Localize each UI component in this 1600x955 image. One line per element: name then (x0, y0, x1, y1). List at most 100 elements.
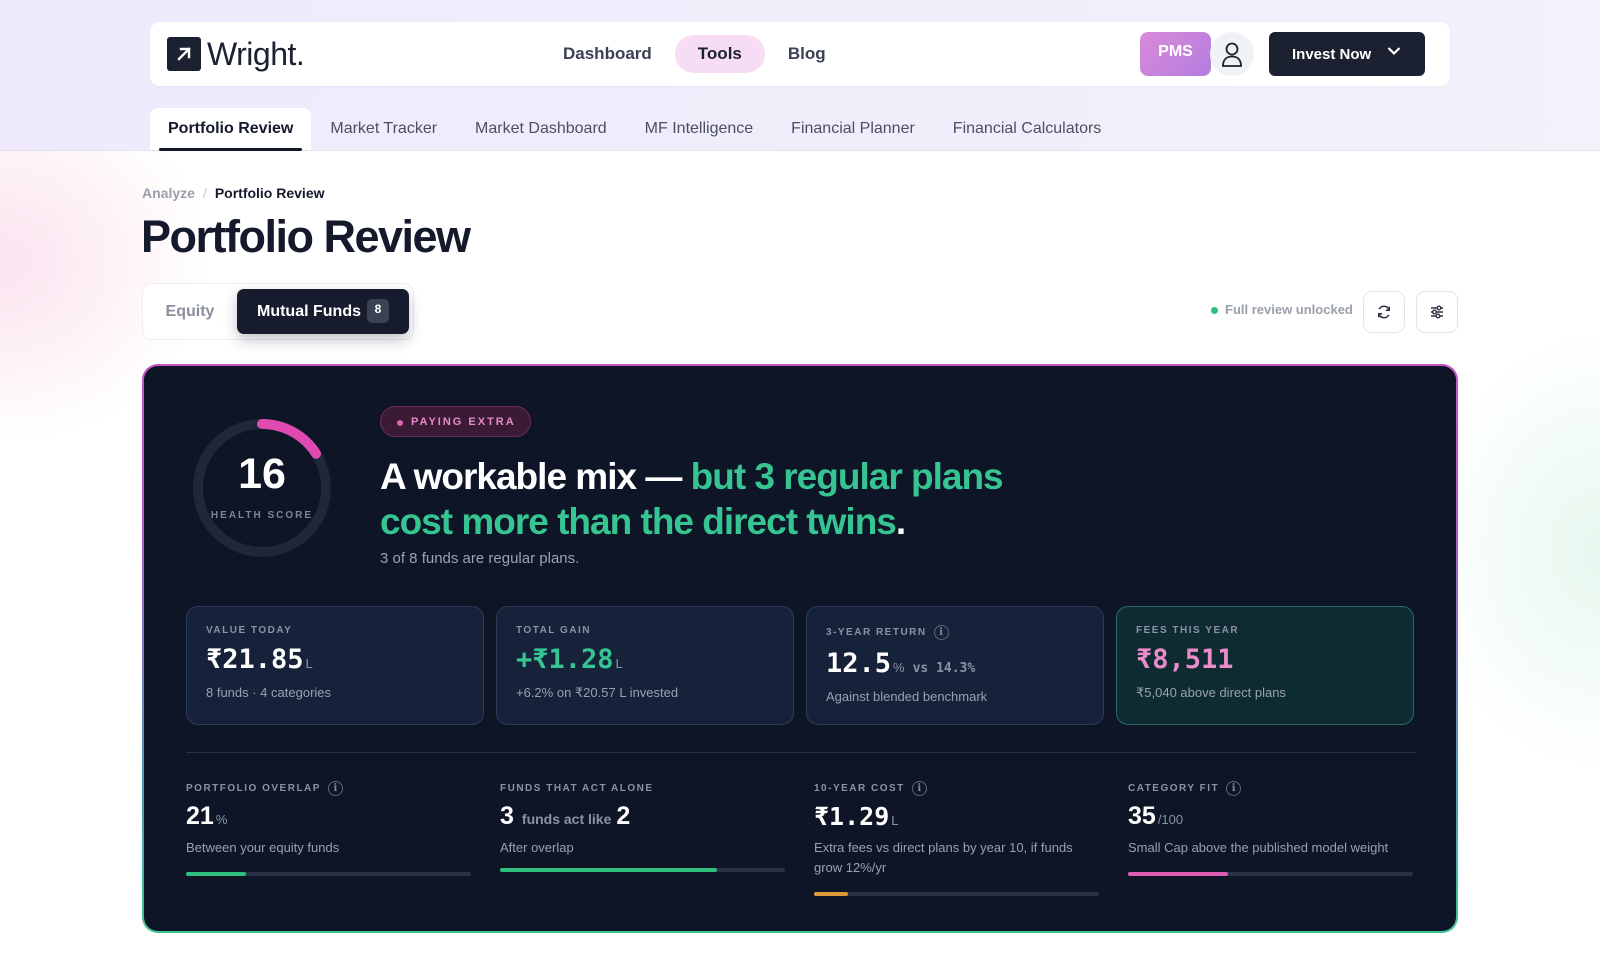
stat-value: +₹1.28 L (516, 644, 793, 675)
main-nav: Dashboard Tools Blog (540, 35, 849, 73)
nav-tools[interactable]: Tools (674, 35, 765, 73)
overlap-progress-bar (186, 872, 471, 876)
breadcrumb: Analyze / Portfolio Review (142, 185, 325, 201)
stat-subtext: ₹5,040 above direct plans (1136, 685, 1286, 700)
category-fit-progress-fill (1128, 872, 1228, 876)
pms-button[interactable]: PMS (1140, 32, 1211, 76)
tab-market-tracker[interactable]: Market Tracker (311, 108, 456, 150)
stat-label-row: 3-YEAR RETURN i (826, 625, 1103, 640)
info-icon[interactable]: i (1226, 780, 1242, 796)
info-icon[interactable]: i (327, 780, 343, 796)
segment-mutual-funds[interactable]: Mutual Funds 8 (237, 289, 409, 334)
refresh-icon (1378, 305, 1390, 319)
metric-label-row: CATEGORY FIT i (1128, 780, 1413, 796)
stat-subtext: 8 funds · 4 categories (206, 685, 332, 700)
funds-act-like-text: funds act like (521, 811, 612, 827)
invest-now-button[interactable]: Invest Now (1269, 32, 1425, 76)
ten-year-cost-progress-bar (814, 892, 1099, 896)
overlap-unit: % (215, 812, 228, 827)
headline-lead: A workable mix — (380, 456, 682, 497)
stat-total-gain: TOTAL GAIN +₹1.28 L +6.2% on ₹20.57 L in… (496, 606, 794, 725)
metric-ten-year-cost: 10-YEAR COST i ₹1.29 L Extra fees vs dir… (814, 780, 1099, 896)
stat-subtext: Against blended benchmark (826, 689, 988, 704)
logo[interactable]: Wright. (167, 36, 305, 72)
metric-value: 3 funds act like 2 (500, 802, 785, 831)
section-divider (186, 752, 1416, 753)
metric-portfolio-overlap: PORTFOLIO OVERLAP i 21 % Between your eq… (186, 780, 471, 876)
breadcrumb-separator: / (202, 185, 207, 201)
total-gain-amount: +₹1.28 (516, 644, 614, 675)
chevron-down-icon (1387, 47, 1401, 56)
tab-market-dashboard[interactable]: Market Dashboard (456, 108, 626, 150)
overlap-progress-fill (186, 872, 246, 876)
tab-mf-intelligence[interactable]: MF Intelligence (626, 108, 773, 150)
sliders-icon (1431, 305, 1443, 319)
logo-text: Wright. (207, 36, 305, 72)
stat-label: TOTAL GAIN (516, 625, 591, 636)
profile-button[interactable] (1210, 32, 1254, 76)
review-status-text: Full review unlocked (1225, 302, 1353, 317)
three-year-return-unit: % (893, 660, 905, 675)
metric-label-row: 10-YEAR COST i (814, 780, 1099, 796)
nav-dashboard[interactable]: Dashboard (540, 35, 675, 73)
invest-now-label: Invest Now (1292, 45, 1372, 63)
value-today-unit: L (305, 656, 313, 671)
metric-value: ₹1.29 L (814, 802, 1099, 831)
info-icon[interactable]: i (911, 780, 927, 796)
independent-funds-count: 2 (616, 802, 631, 830)
info-icon[interactable]: i (933, 625, 949, 640)
ten-year-cost-unit: L (891, 813, 899, 828)
metric-subtext: Small Cap above the published model weig… (1128, 840, 1389, 855)
stat-three-year-return: 3-YEAR RETURN i 12.5 % vs 14.3% Against … (806, 606, 1104, 725)
metric-label: PORTFOLIO OVERLAP (186, 782, 321, 794)
metric-value: 35 /100 (1128, 802, 1413, 831)
benchmark-comparison: vs 14.3% (912, 661, 976, 676)
health-score-value: 16 (238, 450, 286, 498)
stat-label: FEES THIS YEAR (1136, 625, 1240, 636)
segment-equity[interactable]: Equity (143, 284, 237, 339)
metric-subtext: Between your equity funds (186, 840, 340, 855)
metric-subtext: Extra fees vs direct plans by year 10, i… (814, 840, 1073, 875)
metric-label: CATEGORY FIT (1128, 782, 1220, 794)
headline-end: . (895, 501, 906, 542)
user-icon (1222, 42, 1242, 67)
metric-subtext: After overlap (500, 840, 574, 855)
metric-label: 10-YEAR COST (814, 782, 905, 794)
category-fit-value: 35 (1128, 802, 1156, 830)
metric-value: 21 % (186, 802, 471, 831)
stat-value: ₹21.85 L (206, 644, 483, 675)
metric-label: FUNDS THAT ACT ALONE (500, 782, 654, 794)
health-score-label: HEALTH SCORE (210, 510, 314, 521)
logo-arrow-icon (167, 37, 201, 71)
ten-year-cost-progress-fill (814, 892, 849, 896)
funds-count: 3 (500, 802, 514, 830)
asset-segment-control: Equity Mutual Funds 8 (142, 283, 414, 340)
tab-portfolio-review[interactable]: Portfolio Review (150, 108, 312, 151)
stat-subtext: +6.2% on ₹20.57 L invested (516, 685, 679, 700)
funds-alone-progress-bar (500, 868, 785, 872)
refresh-button[interactable] (1363, 291, 1405, 333)
filter-settings-button[interactable] (1416, 291, 1458, 333)
segment-mutual-funds-label: Mutual Funds (257, 302, 361, 320)
value-today-amount: ₹21.85 (206, 644, 304, 675)
breadcrumb-current: Portfolio Review (214, 185, 325, 201)
tools-tabs: Portfolio Review Market Tracker Market D… (150, 108, 1121, 151)
ten-year-cost-value: ₹1.29 (814, 802, 890, 831)
nav-blog[interactable]: Blog (765, 35, 849, 73)
status-dot-icon (1211, 307, 1218, 314)
category-fit-unit: /100 (1157, 812, 1184, 827)
tab-financial-planner[interactable]: Financial Planner (772, 108, 934, 150)
review-status: Full review unlocked (1211, 302, 1353, 317)
category-fit-progress-bar (1128, 872, 1413, 876)
fees-amount: ₹8,511 (1136, 644, 1234, 675)
three-year-return-value: 12.5 (826, 648, 892, 679)
stat-value: ₹8,511 (1136, 644, 1413, 675)
mutual-funds-count-badge: 8 (367, 299, 389, 323)
review-subline: 3 of 8 funds are regular plans. (380, 550, 580, 567)
paying-extra-badge: PAYING EXTRA (380, 406, 531, 437)
tab-financial-calculators[interactable]: Financial Calculators (934, 108, 1121, 150)
funds-alone-progress-fill (500, 868, 717, 872)
stat-value-today: VALUE TODAY ₹21.85 L 8 funds · 4 categor… (186, 606, 484, 725)
portfolio-review-card-body: 16 HEALTH SCORE PAYING EXTRA A workable … (144, 366, 1456, 931)
breadcrumb-analyze[interactable]: Analyze (142, 185, 195, 201)
